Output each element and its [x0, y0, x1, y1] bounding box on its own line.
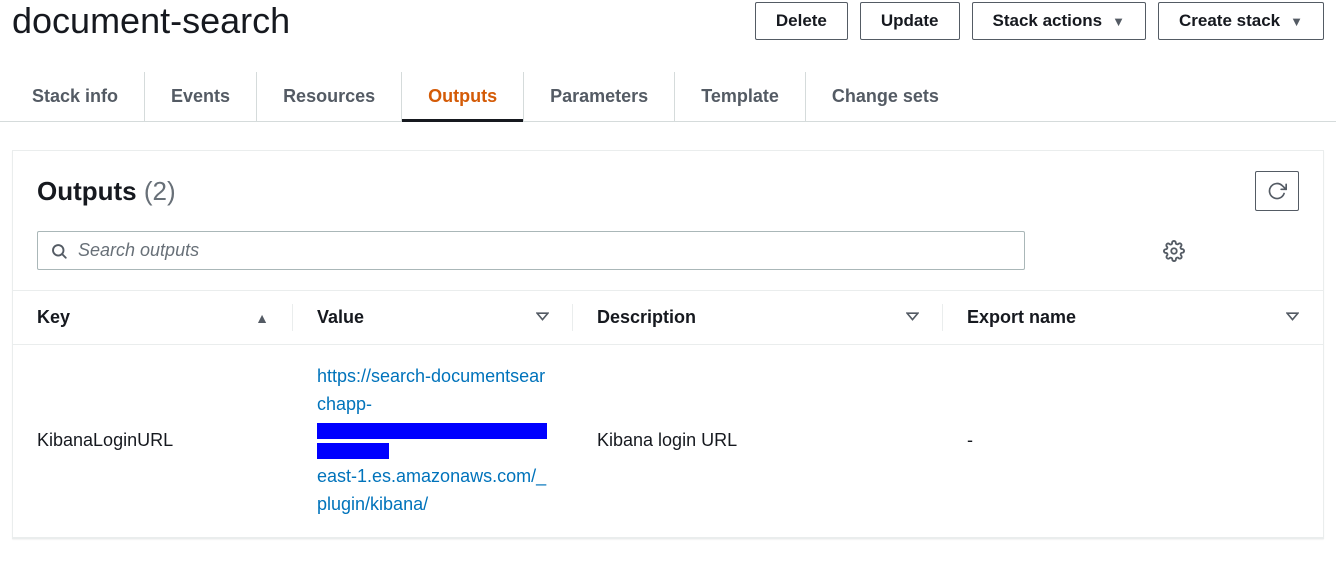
filter-icon[interactable]	[1286, 311, 1299, 324]
filter-icon[interactable]	[536, 311, 549, 324]
column-header-key[interactable]: Key ▲	[13, 291, 293, 345]
search-input[interactable]	[78, 240, 1012, 261]
settings-button[interactable]	[1163, 240, 1185, 262]
cell-value[interactable]: https://search-documentsearchapp- east-1…	[293, 345, 573, 538]
search-icon	[50, 242, 68, 260]
action-buttons: Delete Update Stack actions ▼ Create sta…	[755, 2, 1324, 40]
tabs: Stack info Events Resources Outputs Para…	[0, 72, 1336, 122]
cell-key: KibanaLoginURL	[13, 345, 293, 538]
tab-parameters[interactable]: Parameters	[524, 72, 675, 121]
sort-asc-icon[interactable]: ▲	[255, 310, 269, 326]
column-description-label: Description	[597, 307, 696, 328]
tab-resources[interactable]: Resources	[257, 72, 402, 121]
gear-icon	[1163, 240, 1185, 262]
panel-title-text: Outputs	[37, 176, 137, 206]
delete-button[interactable]: Delete	[755, 2, 848, 40]
caret-down-icon: ▼	[1290, 14, 1303, 29]
filter-icon[interactable]	[906, 311, 919, 324]
caret-down-icon: ▼	[1112, 14, 1125, 29]
tab-outputs[interactable]: Outputs	[402, 72, 524, 121]
refresh-button[interactable]	[1255, 171, 1299, 211]
stack-actions-button[interactable]: Stack actions ▼	[972, 2, 1146, 40]
stack-actions-label: Stack actions	[993, 11, 1103, 31]
column-key-label: Key	[37, 307, 70, 328]
redacted-bar	[317, 423, 547, 439]
outputs-table: Key ▲ Value Description	[13, 290, 1323, 538]
panel-title: Outputs (2)	[37, 176, 176, 207]
tab-stack-info[interactable]: Stack info	[12, 72, 145, 121]
column-header-description[interactable]: Description	[573, 291, 943, 345]
tab-events[interactable]: Events	[145, 72, 257, 121]
column-export-name-label: Export name	[967, 307, 1076, 328]
column-value-label: Value	[317, 307, 364, 328]
cell-description: Kibana login URL	[573, 345, 943, 538]
value-link-suffix: east-1.es.amazonaws.com/_plugin/kibana/	[317, 466, 546, 514]
table-row: KibanaLoginURL https://search-documentse…	[13, 345, 1323, 538]
redacted-bar	[317, 443, 389, 459]
cell-export-name: -	[943, 345, 1323, 538]
tab-change-sets[interactable]: Change sets	[806, 72, 965, 121]
outputs-panel: Outputs (2)	[12, 150, 1324, 539]
page-title: document-search	[12, 0, 290, 42]
create-stack-label: Create stack	[1179, 11, 1280, 31]
update-button[interactable]: Update	[860, 2, 960, 40]
column-header-value[interactable]: Value	[293, 291, 573, 345]
table-header-row: Key ▲ Value Description	[13, 291, 1323, 345]
column-header-export-name[interactable]: Export name	[943, 291, 1323, 345]
search-box[interactable]	[37, 231, 1025, 270]
tab-template[interactable]: Template	[675, 72, 806, 121]
create-stack-button[interactable]: Create stack ▼	[1158, 2, 1324, 40]
panel-count: (2)	[144, 176, 176, 206]
value-link-prefix: https://search-documentsearchapp-	[317, 366, 545, 414]
refresh-icon	[1267, 181, 1287, 201]
